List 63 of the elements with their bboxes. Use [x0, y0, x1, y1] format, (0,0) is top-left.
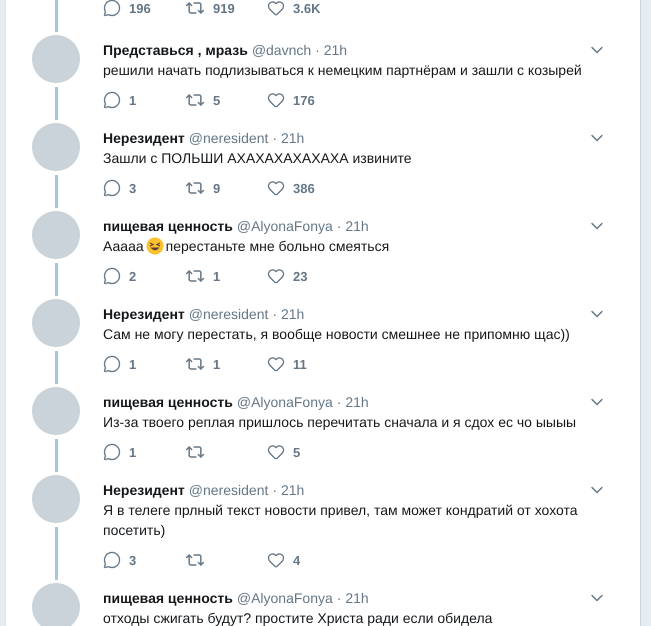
- user-handle[interactable]: @AlyonaFonya: [236, 394, 333, 410]
- tweet-time[interactable]: · 21h: [336, 218, 369, 234]
- like-count: 3.6K: [293, 0, 320, 16]
- tweet-text: Сам не могу перестать, я вообще новости смешнее не припомню щас)): [103, 325, 570, 344]
- user-handle[interactable]: @neresident: [188, 482, 268, 498]
- like-count: 11: [293, 356, 307, 372]
- reply-icon[interactable]: [103, 551, 121, 569]
- reply-count: 1: [129, 92, 136, 108]
- retweet-count: 1: [213, 268, 220, 284]
- like-count: 386: [293, 180, 315, 196]
- reply-icon[interactable]: [103, 355, 121, 373]
- user-name[interactable]: Нерезидент: [103, 482, 185, 498]
- like-icon[interactable]: [267, 443, 285, 461]
- reply-count: 1: [129, 356, 136, 372]
- user-name[interactable]: пищевая ценность: [103, 590, 233, 606]
- tweet-text: отходы сжигать будут? простите Христа ради если обидела: [103, 609, 492, 626]
- user-handle[interactable]: @davnch: [252, 42, 312, 58]
- reply-icon[interactable]: [103, 267, 121, 285]
- retweet-count: 9: [213, 180, 220, 196]
- reply-count: 196: [129, 0, 151, 16]
- user-handle[interactable]: @AlyonaFonya: [236, 218, 333, 234]
- user-name[interactable]: пищевая ценность: [103, 218, 233, 234]
- tweet-time[interactable]: · 21h: [336, 590, 369, 606]
- reply-count: 3: [129, 552, 136, 568]
- like-count: 4: [293, 552, 300, 568]
- reply-count: 3: [129, 180, 136, 196]
- tweet-text: Я в телеге прлный текст новости привел, там может кондратий от хохота посетить): [103, 501, 579, 540]
- like-icon[interactable]: [267, 179, 285, 197]
- reply-count: 1: [129, 444, 136, 460]
- tweet-time[interactable]: · 21h: [336, 394, 369, 410]
- reply-icon[interactable]: [103, 0, 121, 17]
- like-count: 5: [293, 444, 300, 460]
- user-handle[interactable]: @neresident: [188, 306, 268, 322]
- like-count: 176: [293, 92, 315, 108]
- tweet-time[interactable]: · 21h: [272, 130, 304, 146]
- tweet-text: Ааааа: [103, 237, 144, 256]
- reply-icon[interactable]: [103, 443, 121, 461]
- reply-icon[interactable]: [103, 179, 121, 197]
- tweet-text: Зашли с ПОЛЬШИ АХАХАХАХАХАХА извините: [103, 149, 412, 168]
- user-handle[interactable]: @neresident: [188, 130, 268, 146]
- tweet-time[interactable]: · 21h: [272, 306, 304, 322]
- retweet-count: 919: [213, 0, 235, 16]
- user-name[interactable]: Нерезидент: [103, 130, 185, 146]
- user-name[interactable]: пищевая ценность: [103, 394, 233, 410]
- user-name[interactable]: Нерезидент: [103, 306, 185, 322]
- tweet-text: решили начать подлизываться к немецким партнёрам и зашли с козырей: [103, 61, 582, 80]
- like-icon[interactable]: [267, 267, 285, 285]
- tweet-text: перестаньте мне больно смеяться: [166, 237, 390, 256]
- retweet-count: 5: [213, 92, 220, 108]
- tweet-time[interactable]: · 21h: [315, 42, 348, 58]
- tweet-text: Из-за твоего реплая пришлось перечитать сначала и я сдох ес чо ыыыы: [103, 413, 576, 432]
- tweet-time[interactable]: · 21h: [272, 482, 304, 498]
- reply-icon[interactable]: [103, 91, 121, 109]
- user-name[interactable]: Представься , мразь: [103, 42, 248, 58]
- like-icon[interactable]: [267, 551, 285, 569]
- laughing-emoji-icon: [146, 237, 164, 255]
- like-icon[interactable]: [267, 91, 285, 109]
- like-icon[interactable]: [267, 355, 285, 373]
- reply-count: 2: [129, 268, 136, 284]
- like-icon[interactable]: [267, 0, 285, 17]
- retweet-count: 1: [213, 356, 220, 372]
- like-count: 23: [293, 268, 308, 284]
- user-handle[interactable]: @AlyonaFonya: [236, 590, 333, 606]
